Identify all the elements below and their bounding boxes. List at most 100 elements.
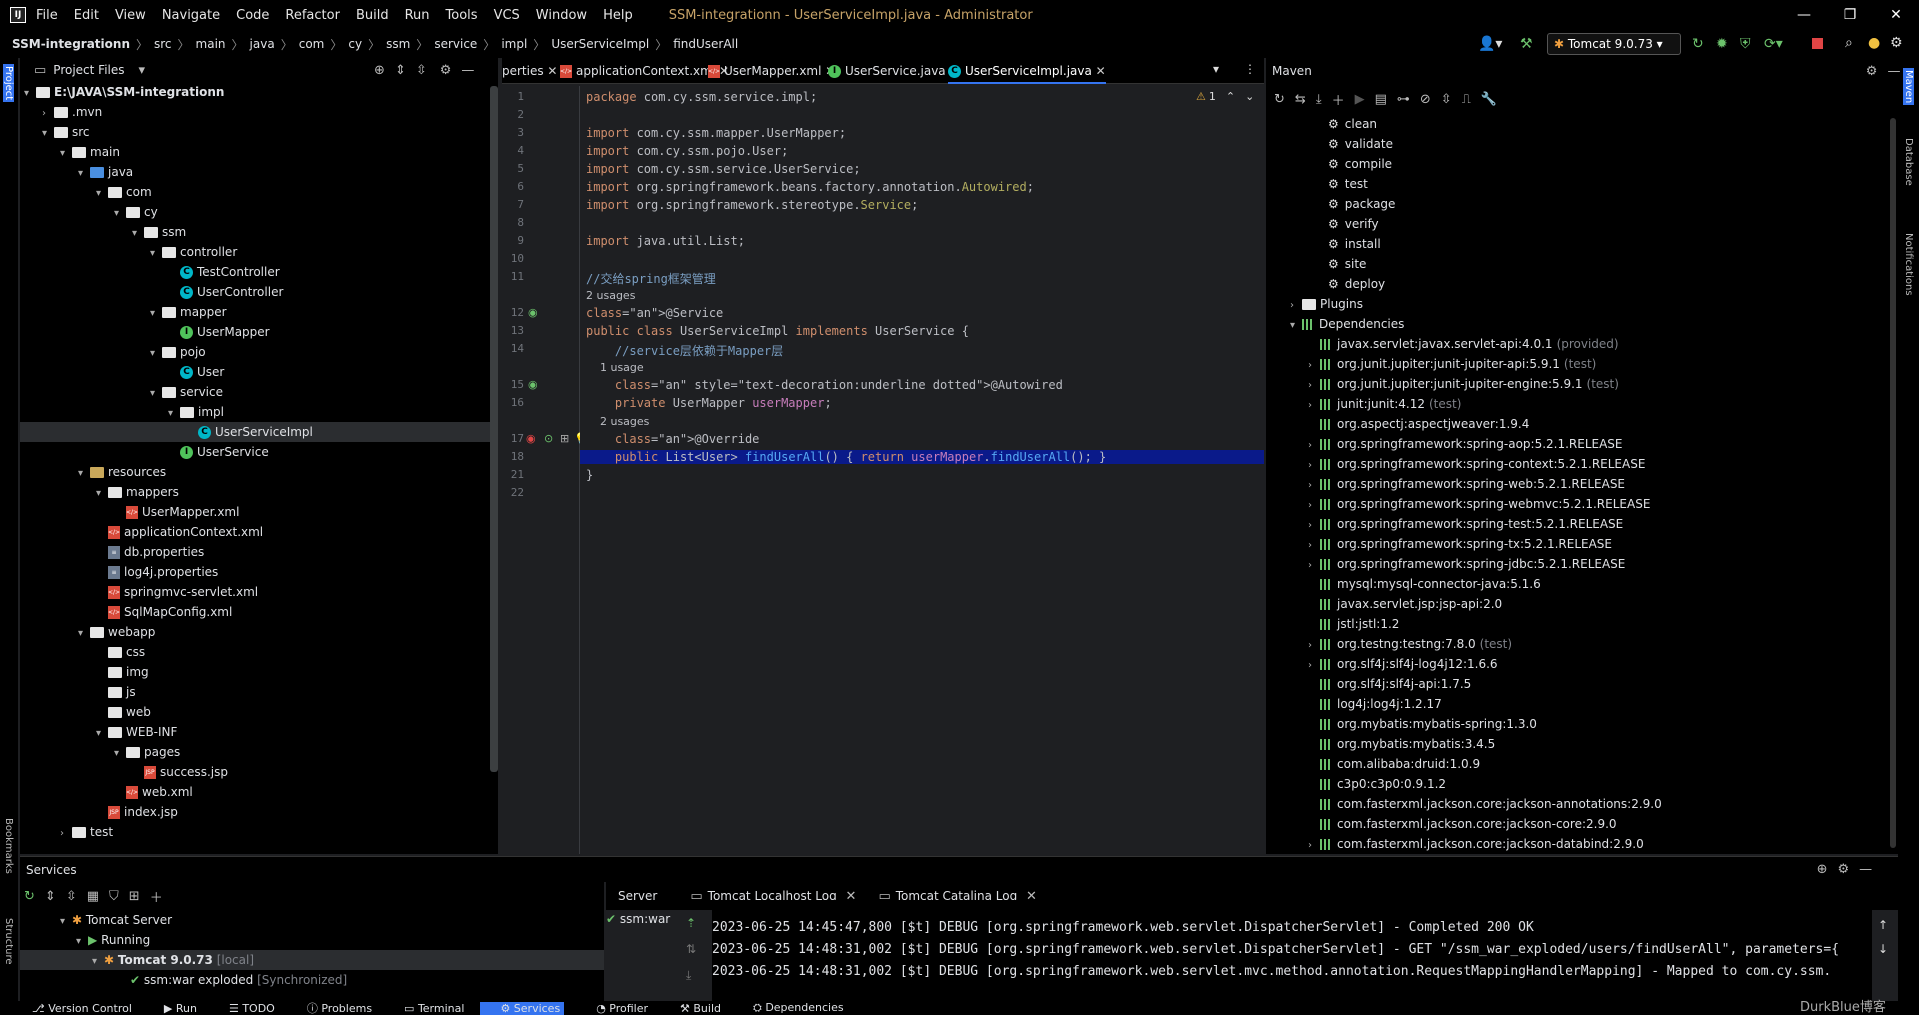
tomcat-server-node[interactable]: ▾ ✱ Tomcat Server xyxy=(60,910,172,930)
new-tab-icon[interactable]: ⊞ xyxy=(129,889,140,904)
editor-tab[interactable]: perties ✕ xyxy=(502,58,557,84)
dependency-item[interactable]: org.slf4j:slf4j-api:1.7.5 xyxy=(1308,674,1471,694)
code-line[interactable]: public List<User> findUserAll() { return… xyxy=(580,450,1264,464)
plugins-node[interactable]: › Plugins xyxy=(1290,294,1363,314)
menu-item-navigate[interactable]: Navigate xyxy=(162,8,220,23)
dependency-item[interactable]: jstl:jstl:1.2 xyxy=(1308,614,1399,634)
statusbar-tab-dependencies[interactable]: ⛭ Dependencies xyxy=(737,1001,844,1015)
statusbar-tab-services[interactable]: ⚙ Services xyxy=(480,1001,565,1015)
code-line[interactable]: import com.cy.ssm.mapper.UserMapper; xyxy=(586,126,846,140)
menu-item-view[interactable]: View xyxy=(115,8,146,23)
maven-tool-tab[interactable]: Maven xyxy=(1903,68,1914,106)
add-icon[interactable]: ＋ xyxy=(1332,90,1345,109)
run-configuration-select[interactable]: ✱ Tomcat 9.0.73 ▾ xyxy=(1547,33,1681,55)
chevron-icon[interactable]: › xyxy=(1308,436,1320,456)
menu-item-help[interactable]: Help xyxy=(603,8,633,23)
fold-icon[interactable]: ⊞ xyxy=(560,432,569,445)
tree-node[interactable]: ▾ resources xyxy=(78,462,166,482)
dependency-item[interactable]: › org.springframework:spring-tx:5.2.1.REL… xyxy=(1308,534,1612,554)
build-hammer-icon[interactable]: ⚒ xyxy=(1520,36,1533,52)
settings-icon[interactable]: ⚙ xyxy=(1890,35,1903,51)
chevron-icon[interactable]: › xyxy=(1308,356,1320,376)
tree-node[interactable]: I UserMapper xyxy=(168,322,270,342)
chevron-icon[interactable]: ▾ xyxy=(132,224,144,244)
dependency-item[interactable]: org.aspectj:aspectjweaver:1.9.4 xyxy=(1308,414,1529,434)
dependency-item[interactable]: javax.servlet.jsp:jsp-api:2.0 xyxy=(1308,594,1502,614)
chevron-icon[interactable]: › xyxy=(1308,536,1320,556)
deploy-icon[interactable]: ⇡ xyxy=(686,916,696,930)
tree-node[interactable]: ▾ E:\JAVA\SSM-integrationn xyxy=(24,82,224,102)
breadcrumb-item[interactable]: main xyxy=(196,37,226,51)
chevron-icon[interactable]: ▾ xyxy=(96,724,108,744)
add-service-icon[interactable]: ⊕ xyxy=(1817,862,1828,877)
tree-node[interactable]: ▾ mappers xyxy=(96,482,179,502)
project-tool-tab[interactable]: Project xyxy=(3,64,14,103)
tree-node[interactable]: ≡ db.properties xyxy=(96,542,204,562)
chevron-icon[interactable]: ▾ xyxy=(168,404,180,424)
statusbar-tab-build[interactable]: ⚒ Build xyxy=(664,1002,721,1015)
log-console[interactable]: 2023-06-25 14:45:47,800 [$t] DEBUG [org.… xyxy=(712,900,1872,1005)
undeploy-icon[interactable]: ⤓ xyxy=(686,968,691,983)
editor-tab[interactable]: IUserService.java ✕ xyxy=(828,58,960,84)
dependency-item[interactable]: › org.junit.jupiter:junit-jupiter-api:5.9… xyxy=(1308,354,1596,374)
dependency-item[interactable]: log4j:log4j:1.2.17 xyxy=(1308,694,1442,714)
statusbar-tab-terminal[interactable]: ▭ Terminal xyxy=(388,1002,464,1015)
chevron-icon[interactable]: › xyxy=(1308,516,1320,536)
tree-node[interactable]: </> applicationContext.xml xyxy=(96,522,263,542)
editor-tab[interactable]: </>UserMapper.xml ✕ xyxy=(708,58,835,84)
code-line[interactable]: 2 usages xyxy=(586,414,649,428)
profile-icon[interactable]: ⟳▾ xyxy=(1764,36,1783,52)
chevron-icon[interactable]: › xyxy=(1308,456,1320,476)
dependency-item[interactable]: mysql:mysql-connector-java:5.1.6 xyxy=(1308,574,1541,594)
breadcrumb-item[interactable]: findUserAll xyxy=(673,37,738,51)
lifecycle-goal[interactable]: ⚙ site xyxy=(1328,254,1366,274)
tree-node[interactable]: C TestController xyxy=(168,262,280,282)
collapse-icon[interactable]: ⇳ xyxy=(1441,92,1452,107)
toggle-offline-icon[interactable]: ⊶ xyxy=(1397,92,1410,107)
restore-icon[interactable]: ❐ xyxy=(1827,0,1873,30)
tree-node[interactable]: C UserController xyxy=(168,282,283,302)
deploy-item[interactable]: ✔ ssm:war xyxy=(606,912,670,926)
show-dependencies-icon[interactable]: ⎍ xyxy=(1462,92,1471,107)
tree-node[interactable]: img xyxy=(96,662,149,682)
chevron-icon[interactable]: › xyxy=(1308,656,1320,676)
intellij-logo-icon[interactable]: IJ xyxy=(10,7,26,23)
dependency-item[interactable]: › org.springframework:spring-jdbc:5.2.1.R… xyxy=(1308,554,1625,574)
tree-node[interactable]: js xyxy=(96,682,136,702)
breadcrumb-item[interactable]: ssm xyxy=(386,37,410,51)
menu-item-run[interactable]: Run xyxy=(405,8,430,23)
tree-node[interactable]: ▾ pojo xyxy=(150,342,206,362)
bookmarks-tool-tab[interactable]: Bookmarks xyxy=(3,818,14,874)
wrench-icon[interactable]: 🔧 xyxy=(1481,92,1497,107)
dependency-item[interactable]: javax.servlet:javax.servlet-api:4.0.1 (pr… xyxy=(1308,334,1619,354)
chevron-icon[interactable]: ▾ xyxy=(96,484,108,504)
tree-node[interactable]: ▾ src xyxy=(42,122,90,142)
tree-node[interactable]: web xyxy=(96,702,151,722)
maven-scrollbar[interactable] xyxy=(1890,118,1896,848)
chevron-icon[interactable]: ▾ xyxy=(78,164,90,184)
code-line[interactable]: import org.springframework.stereotype.Se… xyxy=(586,198,918,212)
tree-node[interactable]: </> UserMapper.xml xyxy=(114,502,239,522)
lifecycle-goal[interactable]: ⚙ clean xyxy=(1328,114,1377,134)
tree-node[interactable]: ▾ mapper xyxy=(150,302,227,322)
rerun-icon[interactable]: ↻ xyxy=(1692,36,1704,52)
dependency-item[interactable]: c3p0:c3p0:0.9.1.2 xyxy=(1308,774,1446,794)
reload-icon[interactable]: ↻ xyxy=(1274,92,1285,107)
hide-icon[interactable]: — xyxy=(1859,862,1872,877)
tree-node[interactable]: ▾ controller xyxy=(150,242,237,262)
group-icon[interactable]: ▦ xyxy=(87,889,99,904)
tree-node[interactable]: JSP index.jsp xyxy=(96,802,178,822)
chevron-icon[interactable]: ▾ xyxy=(24,84,36,104)
code-line[interactable]: class="an">@Service xyxy=(586,306,723,320)
artifact-node[interactable]: ✔ ssm:war exploded [Synchronized] xyxy=(130,970,347,990)
prev-highlight-icon[interactable]: ⌃ xyxy=(1226,90,1235,103)
tree-node[interactable]: ▾ cy xyxy=(114,202,158,222)
debug-icon[interactable]: ✹ xyxy=(1716,36,1728,52)
structure-tool-tab[interactable]: Structure xyxy=(3,918,14,965)
chevron-icon[interactable]: ▾ xyxy=(96,184,108,204)
inspection-widget[interactable]: ⚠ 1 ⌃ ⌄ xyxy=(1196,90,1254,103)
dependency-item[interactable]: com.fasterxml.jackson.core:jackson-core:… xyxy=(1308,814,1617,834)
code-line[interactable]: import java.util.List; xyxy=(586,234,745,248)
tab-list-chevron-icon[interactable]: ▾ xyxy=(1213,62,1219,76)
tree-node[interactable]: ▾ main xyxy=(60,142,120,162)
